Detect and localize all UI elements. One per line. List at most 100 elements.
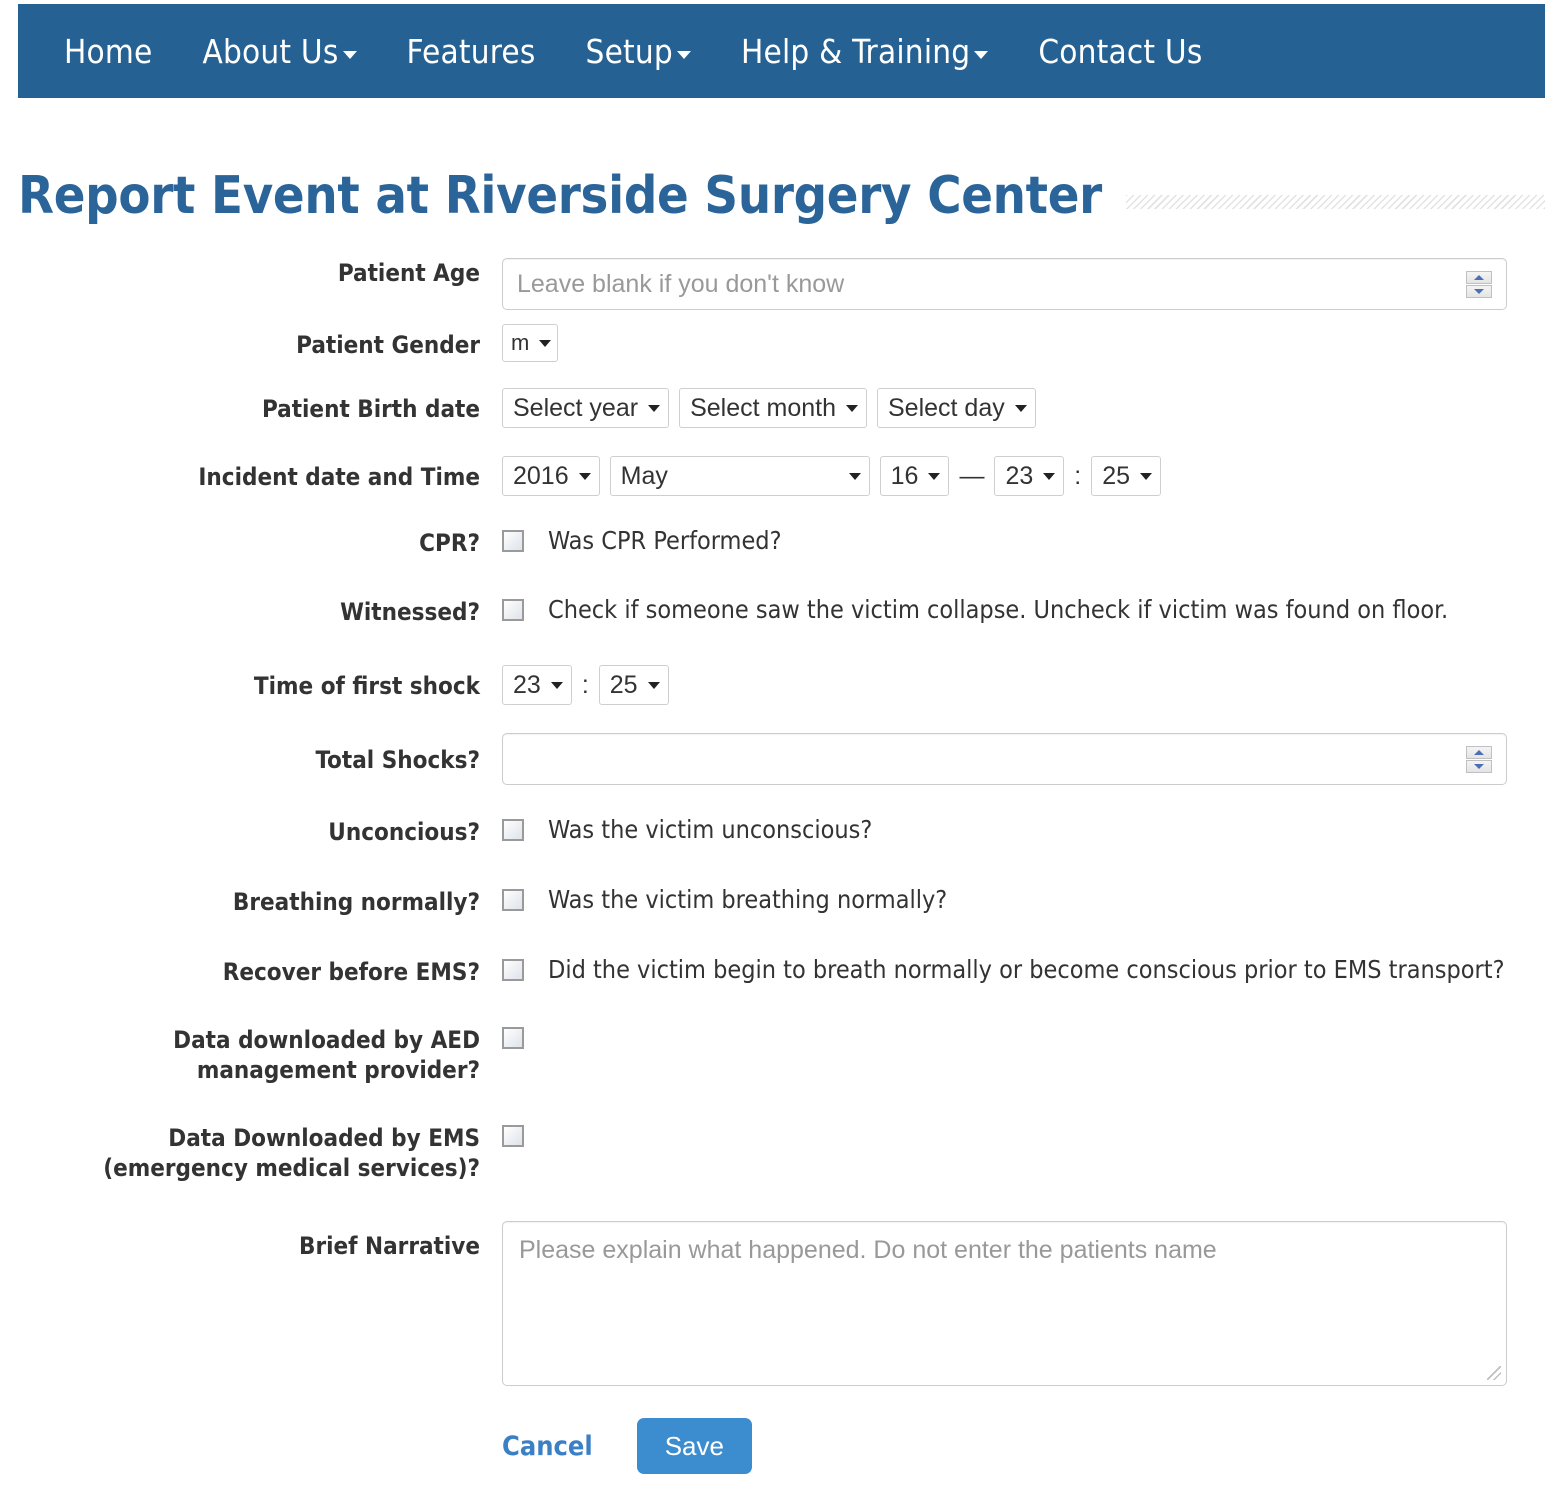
control-cpr: Was CPR Performed? (502, 526, 1545, 556)
spinner-up-icon[interactable] (1466, 746, 1492, 759)
patient-gender-value: m (511, 330, 529, 356)
resize-handle-icon[interactable] (1487, 1366, 1501, 1380)
number-spinner[interactable] (1466, 746, 1492, 773)
patient-age-input[interactable]: Leave blank if you don't know (502, 258, 1507, 310)
incident-month-select[interactable]: May (610, 456, 870, 496)
breathing-normally-checkbox[interactable] (502, 889, 524, 911)
label-witnessed: Witnessed? (18, 595, 502, 627)
spinner-down-icon[interactable] (1466, 760, 1492, 773)
first-shock-minute-value: 25 (610, 671, 638, 700)
incident-day-value: 16 (891, 462, 919, 491)
form-row-incident-datetime: Incident date and Time 2016 May 16 — 23 … (18, 456, 1545, 496)
chevron-down-icon (928, 473, 940, 480)
cpr-checkbox-label[interactable]: Was CPR Performed? (548, 526, 782, 556)
recover-before-ems-checkbox[interactable] (502, 959, 524, 981)
birth-day-select[interactable]: Select day (877, 388, 1036, 428)
label-patient-gender: Patient Gender (18, 324, 502, 360)
control-brief-narrative: Please explain what happened. Do not ent… (502, 1221, 1545, 1386)
first-shock-hour-select[interactable]: 23 (502, 665, 572, 705)
chevron-down-icon (579, 473, 591, 480)
incident-year-select[interactable]: 2016 (502, 456, 600, 496)
first-shock-hour-value: 23 (513, 671, 541, 700)
birth-month-select[interactable]: Select month (679, 388, 867, 428)
label-patient-birth-date: Patient Birth date (18, 388, 502, 424)
label-recover-before-ems: Recover before EMS? (18, 955, 502, 987)
spinner-up-icon[interactable] (1466, 271, 1492, 284)
chevron-down-icon (849, 473, 861, 480)
form-row-time-first-shock: Time of first shock 23 : 25 (18, 665, 1545, 705)
birth-year-select[interactable]: Select year (502, 388, 669, 428)
incident-month-value: May (621, 462, 668, 491)
nav-item-about-us[interactable]: About Us (203, 35, 357, 68)
brief-narrative-textarea[interactable]: Please explain what happened. Do not ent… (502, 1221, 1507, 1386)
label-data-downloaded-aed: Data downloaded by AED management provid… (18, 1023, 502, 1085)
unconcious-checkbox[interactable] (502, 819, 524, 841)
nav-item-setup[interactable]: Setup (586, 35, 691, 68)
control-witnessed: Check if someone saw the victim collapse… (502, 595, 1545, 625)
data-downloaded-ems-checkbox[interactable] (502, 1125, 524, 1147)
incident-day-select[interactable]: 16 (880, 456, 950, 496)
birth-year-value: Select year (513, 394, 638, 423)
control-patient-gender: m (502, 324, 1545, 362)
incident-hour-value: 23 (1005, 462, 1033, 491)
patient-gender-select[interactable]: m (502, 324, 558, 362)
unconcious-checkbox-label[interactable]: Was the victim unconscious? (548, 815, 872, 845)
nav-item-label: Help & Training (741, 35, 970, 68)
witnessed-checkbox[interactable] (502, 599, 524, 621)
chevron-down-icon (1015, 405, 1027, 412)
incident-year-value: 2016 (513, 462, 569, 491)
nav-item-label: Home (64, 35, 153, 68)
control-data-downloaded-aed (502, 1023, 1545, 1049)
chevron-down-icon (343, 51, 357, 59)
control-patient-age: Leave blank if you don't know (502, 258, 1545, 310)
form-row-recover-before-ems: Recover before EMS? Did the victim begin… (18, 955, 1545, 987)
birth-day-value: Select day (888, 394, 1005, 423)
control-data-downloaded-ems (502, 1121, 1545, 1147)
form-row-brief-narrative: Brief Narrative Please explain what happ… (18, 1221, 1545, 1386)
datetime-separator: — (959, 456, 984, 496)
control-recover-before-ems: Did the victim begin to breath normally … (502, 955, 1545, 985)
nav-item-label: Features (407, 35, 536, 68)
first-shock-time-colon: : (582, 665, 589, 705)
chevron-down-icon (1043, 473, 1055, 480)
nav-item-help-and-training[interactable]: Help & Training (741, 35, 988, 68)
nav-item-features[interactable]: Features (407, 35, 536, 68)
label-patient-age: Patient Age (18, 258, 502, 288)
incident-hour-select[interactable]: 23 (994, 456, 1064, 496)
report-event-form: Patient Age Leave blank if you don't kno… (18, 258, 1545, 1474)
chevron-down-icon (648, 682, 660, 689)
label-cpr: CPR? (18, 526, 502, 558)
nav-item-contact-us[interactable]: Contact Us (1038, 35, 1202, 68)
chevron-down-icon (974, 51, 988, 59)
nav-item-label: Contact Us (1038, 35, 1202, 68)
number-spinner[interactable] (1466, 271, 1492, 298)
form-row-witnessed: Witnessed? Check if someone saw the vict… (18, 595, 1545, 627)
total-shocks-input[interactable] (502, 733, 1507, 785)
label-time-first-shock: Time of first shock (18, 665, 502, 701)
form-row-actions: Cancel Save (18, 1418, 1545, 1474)
form-row-data-downloaded-ems: Data Downloaded by EMS (emergency medica… (18, 1121, 1545, 1183)
form-row-total-shocks: Total Shocks? (18, 733, 1545, 785)
cpr-checkbox[interactable] (502, 530, 524, 552)
save-button[interactable]: Save (637, 1418, 752, 1474)
witnessed-checkbox-label[interactable]: Check if someone saw the victim collapse… (548, 595, 1448, 625)
label-total-shocks: Total Shocks? (18, 733, 502, 775)
breathing-normally-checkbox-label[interactable]: Was the victim breathing normally? (548, 885, 947, 915)
top-navigation-bar: Home About Us Features Setup Help & Trai… (18, 4, 1545, 98)
recover-before-ems-checkbox-label[interactable]: Did the victim begin to breath normally … (548, 955, 1505, 985)
nav-item-label: Setup (586, 35, 673, 68)
incident-minute-select[interactable]: 25 (1091, 456, 1161, 496)
chevron-down-icon (648, 405, 660, 412)
label-unconcious: Unconcious? (18, 815, 502, 847)
cancel-button[interactable]: Cancel (502, 1431, 593, 1462)
nav-item-home[interactable]: Home (64, 35, 153, 68)
control-patient-birth-date: Select year Select month Select day (502, 388, 1545, 428)
spinner-down-icon[interactable] (1466, 285, 1492, 298)
first-shock-minute-select[interactable]: 25 (599, 665, 669, 705)
patient-age-placeholder: Leave blank if you don't know (517, 270, 844, 299)
chevron-down-icon (539, 340, 551, 347)
nav-item-label: About Us (203, 35, 339, 68)
data-downloaded-aed-checkbox[interactable] (502, 1027, 524, 1049)
page-title: Report Event at Riverside Surgery Center (18, 168, 1102, 224)
brief-narrative-placeholder: Please explain what happened. Do not ent… (519, 1236, 1217, 1264)
